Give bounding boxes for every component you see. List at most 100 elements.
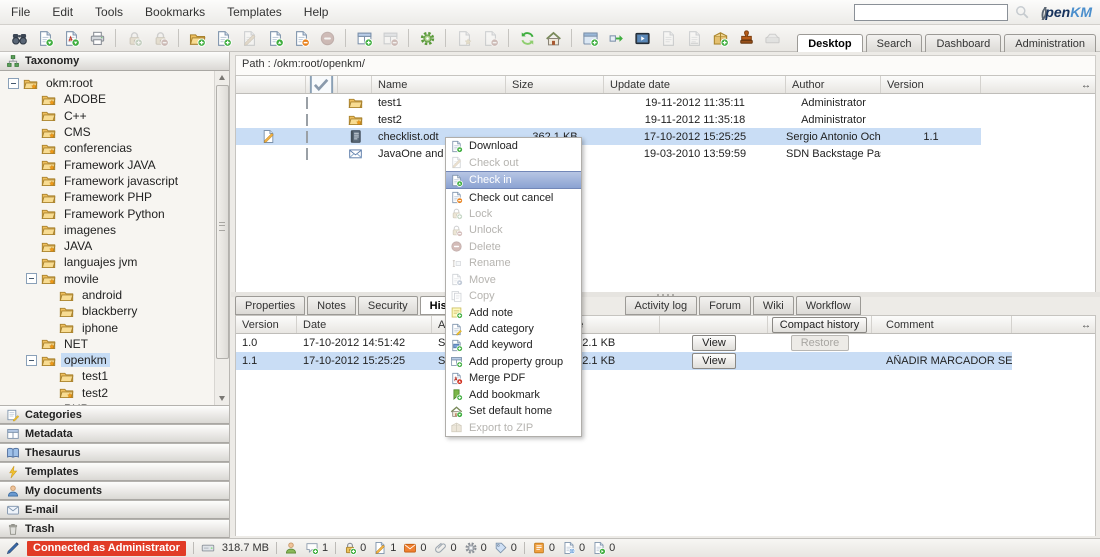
scroll-up-icon[interactable] [215, 71, 229, 84]
menu-item-merge-pdf[interactable]: Merge PDF [446, 370, 581, 386]
toolbar-create-folder-button[interactable] [184, 26, 210, 50]
quick-search-input[interactable] [854, 4, 1008, 21]
toolbar-download-button[interactable] [32, 26, 58, 50]
tree-item-java[interactable]: JAVA [0, 238, 213, 254]
menu-item-add-note[interactable]: Add note [446, 304, 581, 320]
tree-item-android[interactable]: android [0, 287, 213, 303]
menu-templates[interactable]: Templates [216, 0, 293, 19]
menu-edit[interactable]: Edit [41, 0, 84, 19]
menu-help[interactable]: Help [293, 0, 340, 19]
view-button[interactable]: View [692, 353, 736, 369]
column-header-author[interactable]: Author [786, 76, 881, 93]
tree-item-c[interactable]: C++ [0, 108, 213, 124]
toolbar-cancel-checkout-button[interactable] [288, 26, 314, 50]
tab-dashboard[interactable]: Dashboard [925, 34, 1001, 52]
scrollbar-thumb[interactable] [216, 85, 229, 359]
tab-workflow[interactable]: Workflow [796, 296, 861, 315]
stack-header-email[interactable]: E-mail [0, 500, 229, 519]
tab-administration[interactable]: Administration [1004, 34, 1096, 52]
column-header-update-date[interactable]: Update date [604, 76, 786, 93]
tree-collapse-icon[interactable] [26, 273, 37, 284]
tree-item-movile[interactable]: movile [0, 271, 213, 287]
tab-notes[interactable]: Notes [307, 296, 356, 315]
tree-item-blackberry[interactable]: blackberry [0, 303, 213, 319]
file-row-test1[interactable]: test119-11-2012 11:35:11Administrator [236, 94, 981, 111]
toolbar-start-workflow-button[interactable] [414, 26, 440, 50]
tree-item-test2[interactable]: test2 [0, 385, 213, 401]
tree-item-imagenes[interactable]: imagenes [0, 222, 213, 238]
menu-item-check-out-cancel[interactable]: Check out cancel [446, 189, 581, 205]
menu-item-add-property-group[interactable]: Add property group [446, 354, 581, 370]
tree-collapse-icon[interactable] [8, 78, 19, 89]
tree-item-conferencias[interactable]: conferencias [0, 140, 213, 156]
column-header-size[interactable]: Size [506, 76, 604, 93]
scroll-down-icon[interactable] [215, 392, 229, 405]
tree-item-openkm[interactable]: openkm [0, 352, 213, 368]
compact-history-button[interactable]: Compact history [772, 317, 867, 333]
tab-security[interactable]: Security [358, 296, 418, 315]
history-row-1-0[interactable]: 1.017-10-2012 14:51:42Sergio Antonio Och… [236, 334, 1012, 352]
view-button[interactable]: View [692, 335, 736, 351]
tree-item-test1[interactable]: test1 [0, 368, 213, 384]
tree-collapse-icon[interactable] [26, 355, 37, 366]
history-row-1-1[interactable]: 1.117-10-2012 15:25:25Sergio Antonio Och… [236, 352, 1012, 370]
column-header-version[interactable]: Version [881, 76, 981, 93]
toolbar-stamp-button[interactable] [733, 26, 759, 50]
tree-item-adobe[interactable]: ADOBE [0, 91, 213, 107]
menu-item-check-in[interactable]: Check in [446, 171, 581, 189]
tree-item-php[interactable]: PHP [0, 401, 213, 405]
row-checkbox[interactable] [306, 114, 308, 126]
menu-item-add-bookmark[interactable]: Add bookmark [446, 387, 581, 403]
tree-item-okm-root[interactable]: okm:root [0, 75, 213, 91]
column-header-version[interactable]: Version [236, 316, 297, 333]
stack-header-trash[interactable]: Trash [0, 519, 229, 538]
tree-item-iphone[interactable]: iphone [0, 319, 213, 335]
toolbar-checkin-button[interactable] [262, 26, 288, 50]
column-header-comment[interactable]: Comment [872, 316, 1012, 333]
tree-item-languajes-jvm[interactable]: languajes jvm [0, 254, 213, 270]
toolbar-refresh-button[interactable] [514, 26, 540, 50]
file-row-javaone-and-t[interactable]: JavaOne and T19-03-2010 13:59:59SDN Back… [236, 145, 981, 162]
tree-item-cms[interactable]: CMS [0, 124, 213, 140]
row-checkbox[interactable] [306, 148, 308, 160]
column-resize-icon[interactable] [1079, 318, 1093, 332]
search-icon[interactable] [1014, 4, 1030, 20]
toolbar-find-button[interactable] [6, 26, 32, 50]
toolbar-media-button[interactable] [629, 26, 655, 50]
stack-header-templates[interactable]: Templates [0, 462, 229, 481]
column-resize-icon[interactable] [1079, 78, 1093, 92]
tab-forum[interactable]: Forum [699, 296, 751, 315]
menu-bookmarks[interactable]: Bookmarks [134, 0, 216, 19]
column-header-name[interactable]: Name [372, 76, 506, 93]
tree-item-framework-java[interactable]: Framework JAVA [0, 156, 213, 172]
column-header-date[interactable]: Date [297, 316, 432, 333]
menu-tools[interactable]: Tools [84, 0, 134, 19]
tree-scrollbar[interactable] [214, 71, 229, 405]
toolbar-export-button[interactable] [603, 26, 629, 50]
menu-item-download[interactable]: Download [446, 138, 581, 154]
stack-header-categories[interactable]: Categories [0, 405, 229, 424]
tree-item-framework-python[interactable]: Framework Python [0, 205, 213, 221]
toolbar-zip-button[interactable] [707, 26, 733, 50]
tree-item-framework-javascript[interactable]: Framework javascript [0, 173, 213, 189]
file-row-test2[interactable]: test219-11-2012 11:35:18Administrator [236, 111, 981, 128]
tab-search[interactable]: Search [866, 34, 923, 52]
menu-item-add-category[interactable]: Add category [446, 321, 581, 337]
tree-item-framework-php[interactable]: Framework PHP [0, 189, 213, 205]
toolbar-add-document-button[interactable] [210, 26, 236, 50]
stack-header-my-documents[interactable]: My documents [0, 481, 229, 500]
toolbar-add-property-group-button[interactable] [351, 26, 377, 50]
toolbar-home-button[interactable] [540, 26, 566, 50]
toolbar-download-pdf-button[interactable] [58, 26, 84, 50]
toolbar-print-button[interactable] [84, 26, 110, 50]
file-row-checklist-odt[interactable]: checklist.odt362.1 KB17-10-2012 15:25:25… [236, 128, 981, 145]
tree-item-net[interactable]: NET [0, 336, 213, 352]
tab-activity-log[interactable]: Activity log [625, 296, 698, 315]
menu-item-add-keyword[interactable]: Add keyword [446, 337, 581, 353]
tab-wiki[interactable]: Wiki [753, 296, 794, 315]
menu-file[interactable]: File [0, 0, 41, 19]
select-all-column-header[interactable] [306, 76, 338, 93]
row-checkbox[interactable] [306, 97, 308, 109]
tab-desktop[interactable]: Desktop [797, 34, 862, 52]
menu-item-set-default-home[interactable]: Set default home [446, 403, 581, 419]
